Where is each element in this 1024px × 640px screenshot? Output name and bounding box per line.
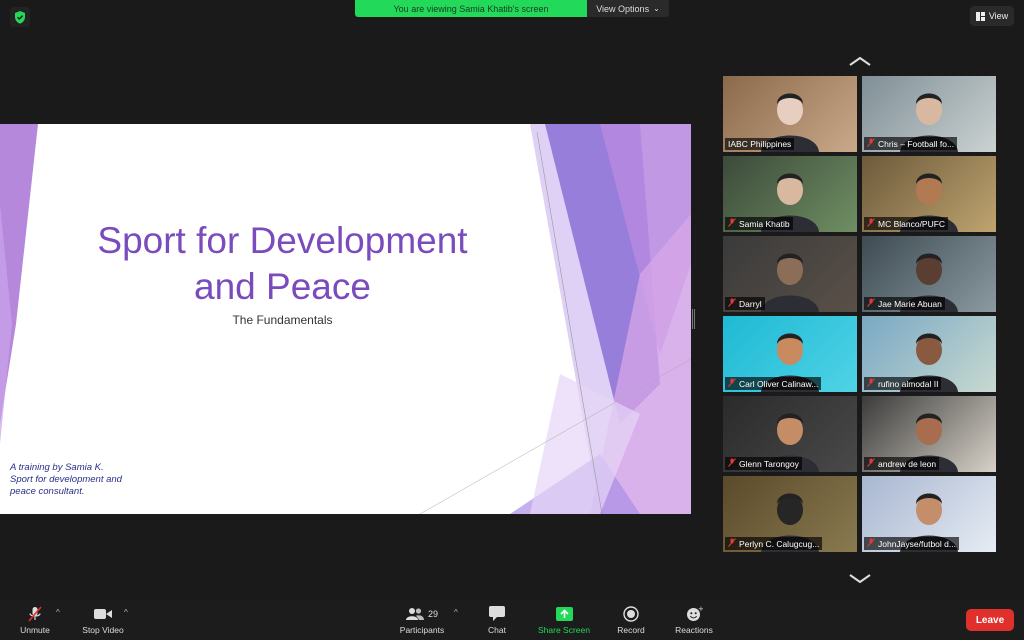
participant-name: Samia Khatib: [739, 218, 790, 229]
slide-title: Sport for Development and Peace: [40, 218, 525, 310]
participant-name-tag: rufino almodal II: [864, 377, 942, 390]
participant-name: Jae Marie Abuan: [878, 298, 942, 309]
participant-video-tile[interactable]: andrew de leon: [862, 396, 996, 472]
credit-line-2: Sport for development and: [10, 474, 122, 485]
share-banner-text: You are viewing Samia Khatib's screen: [355, 0, 587, 17]
participant-name: IABC Philippines: [728, 139, 792, 149]
audio-options-caret-icon[interactable]: ^: [56, 608, 60, 617]
stop-video-label: Stop Video: [82, 624, 124, 635]
participant-name: MC Blanco/PUFC: [878, 218, 946, 229]
share-screen-icon: [555, 606, 573, 622]
participant-name-tag: Samia Khatib: [725, 217, 793, 230]
chat-label: Chat: [488, 624, 506, 635]
gallery-up-arrow-icon[interactable]: [848, 54, 872, 68]
participant-video-tile[interactable]: Carl Oliver Calinaw...: [723, 316, 857, 392]
grid-view-icon: [975, 11, 985, 21]
unmute-button[interactable]: Unmute: [12, 600, 58, 640]
muted-mic-icon: [728, 458, 736, 469]
zoom-meeting-window: You are viewing Samia Khatib's screen Vi…: [0, 0, 1024, 640]
participant-video-tile[interactable]: Glenn Tarongoy: [723, 396, 857, 472]
shared-presentation-slide: Sport for Development and Peace The Fund…: [0, 124, 691, 514]
participants-caret-icon[interactable]: ^: [454, 608, 458, 617]
chevron-down-icon: ⌄: [653, 4, 660, 13]
participant-name: Glenn Tarongoy: [739, 458, 799, 469]
participant-video-tile[interactable]: Samia Khatib: [723, 156, 857, 232]
video-options-caret-icon[interactable]: ^: [124, 608, 128, 617]
people-icon: [405, 608, 424, 620]
emoji-add-icon: +: [686, 606, 703, 622]
slide-title-line2: and Peace: [194, 266, 371, 307]
participant-name: Perlyn C. Calugcug...: [739, 538, 820, 549]
participant-name-tag: Jae Marie Abuan: [864, 297, 945, 310]
svg-text:+: +: [698, 606, 703, 613]
record-button[interactable]: Record: [612, 600, 650, 640]
participant-name-tag: IABC Philippines: [725, 138, 795, 150]
share-screen-label: Share Screen: [538, 624, 590, 635]
participant-name-tag: MC Blanco/PUFC: [864, 217, 949, 230]
chat-button[interactable]: Chat: [480, 600, 514, 640]
video-camera-icon: [94, 606, 112, 622]
muted-mic-icon: [867, 218, 875, 229]
participants-count: 29: [427, 608, 438, 619]
participant-video-tile[interactable]: MC Blanco/PUFC: [862, 156, 996, 232]
participant-name: Chris – Football fo...: [878, 138, 955, 149]
chat-bubble-icon: [489, 606, 505, 622]
muted-mic-icon: [728, 298, 736, 309]
participant-name: Carl Oliver Calinaw...: [739, 378, 819, 389]
view-options-button[interactable]: View Options ⌄: [587, 0, 669, 17]
participants-button[interactable]: 29 Participants: [392, 600, 452, 640]
participant-video-tile[interactable]: rufino almodal II: [862, 316, 996, 392]
participant-video-tile[interactable]: JohnJayse/futbol d...: [862, 476, 996, 552]
record-label: Record: [617, 624, 645, 635]
participant-name: Darryl: [739, 298, 762, 309]
participant-video-tile[interactable]: Perlyn C. Calugcug...: [723, 476, 857, 552]
participant-video-tile[interactable]: Chris – Football fo...: [862, 76, 996, 152]
gallery-down-arrow-icon[interactable]: [848, 572, 872, 586]
participant-name-tag: Carl Oliver Calinaw...: [725, 377, 822, 390]
muted-mic-icon: [867, 538, 875, 549]
participant-name-tag: Glenn Tarongoy: [725, 457, 802, 470]
muted-mic-icon: [867, 458, 875, 469]
panel-resize-handle[interactable]: [692, 309, 695, 329]
record-icon: [623, 605, 639, 622]
credit-line-1: A training by Samia K.: [10, 462, 104, 473]
view-options-label: View Options: [596, 3, 650, 14]
credit-line-3: peace consultant.: [10, 486, 85, 497]
muted-mic-icon: [728, 218, 736, 229]
slide-title-line1: Sport for Development: [97, 220, 468, 261]
participant-name-tag: Darryl: [725, 297, 765, 310]
share-screen-button[interactable]: Share Screen: [533, 600, 595, 640]
participant-video-tile[interactable]: Darryl: [723, 236, 857, 312]
reactions-label: Reactions: [675, 624, 713, 635]
meeting-toolbar: Unmute ^ Stop Video ^ 29 Participants ^ …: [0, 600, 1024, 640]
participants-label: Participants: [399, 624, 445, 635]
view-layout-button[interactable]: View: [970, 6, 1014, 26]
participant-name: JohnJayse/futbol d...: [878, 538, 956, 549]
muted-mic-icon: [867, 298, 875, 309]
screen-share-banner: You are viewing Samia Khatib's screen Vi…: [355, 0, 669, 17]
stop-video-button[interactable]: Stop Video: [76, 600, 130, 640]
muted-mic-icon: [867, 378, 875, 389]
participant-video-tile[interactable]: Jae Marie Abuan: [862, 236, 996, 312]
muted-mic-icon: [728, 538, 736, 549]
reactions-button[interactable]: + Reactions: [670, 600, 718, 640]
muted-mic-icon: [867, 138, 875, 149]
participant-name: rufino almodal II: [878, 378, 939, 389]
participant-name: andrew de leon: [878, 458, 937, 469]
slide-credit: A training by Samia K. Sport for develop…: [10, 462, 122, 498]
participant-name-tag: andrew de leon: [864, 457, 940, 470]
view-label: View: [988, 11, 1009, 21]
muted-mic-icon: [728, 378, 736, 389]
muted-mic-icon: [27, 605, 43, 622]
participant-name-tag: JohnJayse/futbol d...: [864, 537, 959, 550]
unmute-label: Unmute: [20, 624, 50, 635]
leave-button[interactable]: Leave: [966, 609, 1014, 631]
participants-icon-group: 29: [405, 606, 438, 622]
security-shield-icon[interactable]: [10, 7, 30, 27]
participant-name-tag: Chris – Football fo...: [864, 137, 958, 150]
slide-subtitle: The Fundamentals: [232, 313, 333, 327]
participant-video-tile[interactable]: IABC Philippines: [723, 76, 857, 152]
participant-name-tag: Perlyn C. Calugcug...: [725, 537, 823, 550]
